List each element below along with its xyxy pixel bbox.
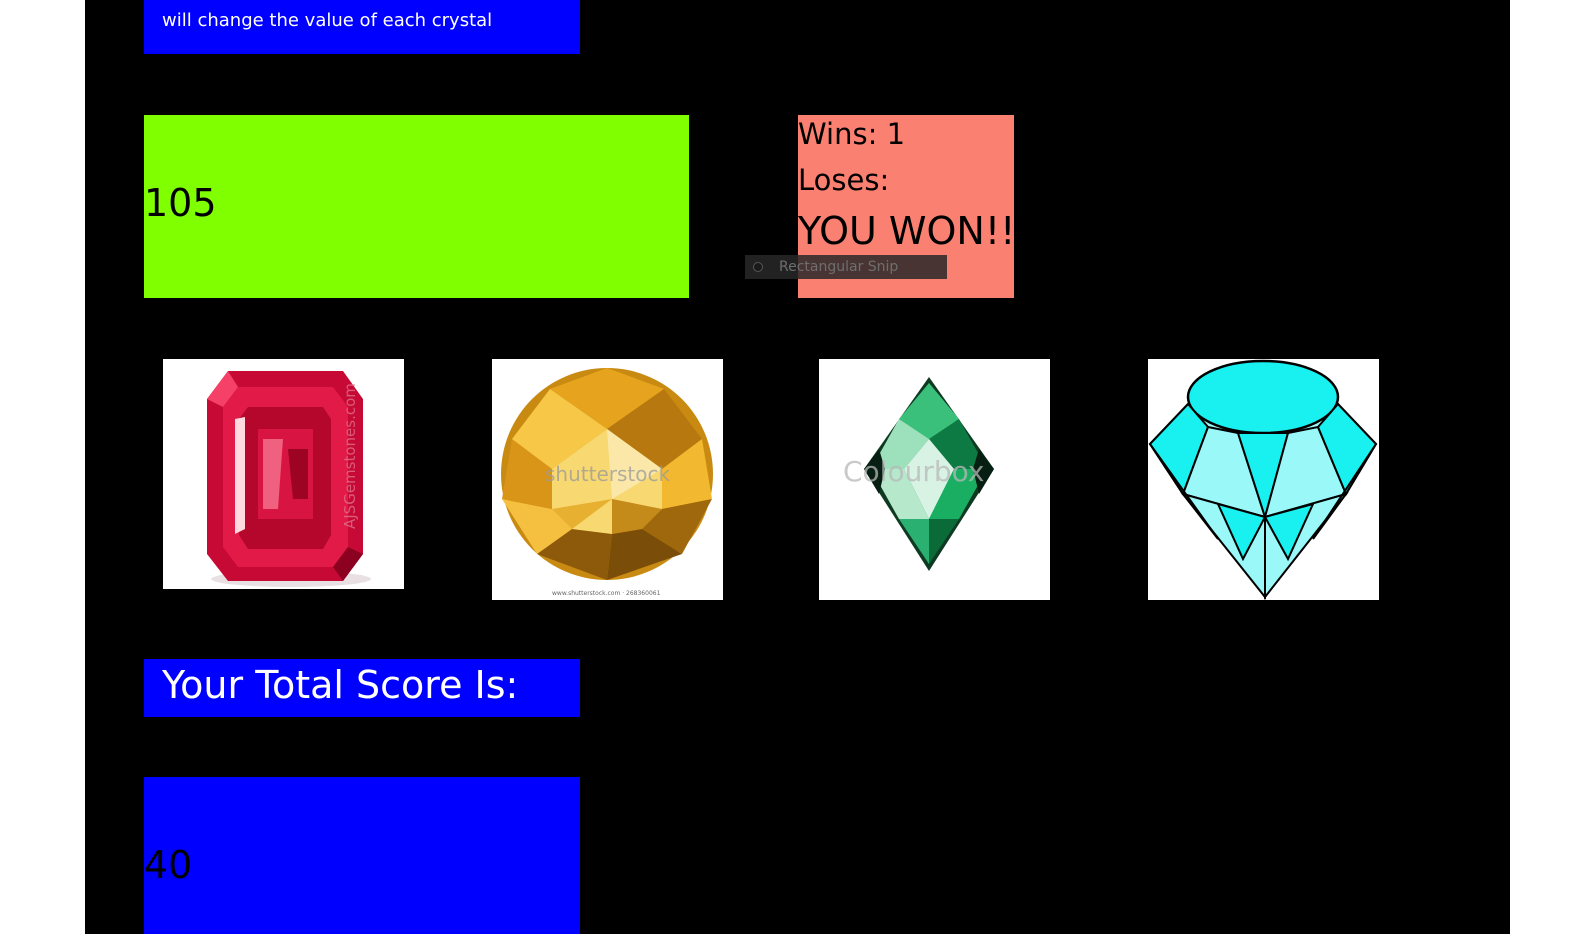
topaz-crystal-button[interactable]: shutterstock www.shutterstock.com · 2683… (492, 359, 723, 600)
diamond-crystal-button[interactable] (1148, 359, 1379, 600)
instructions-box: will change the value of each crystal (144, 0, 580, 54)
ruby-crystal-button[interactable]: AJSGemstones.com (163, 359, 404, 589)
snip-label: Rectangular Snip (779, 259, 899, 275)
loses-counter: Loses: (798, 163, 890, 197)
target-number: 105 (144, 181, 217, 225)
target-number-box: 105 (144, 115, 689, 298)
total-score-label: Your Total Score Is: (162, 663, 519, 707)
ruby-watermark: AJSGemstones.com (341, 383, 359, 529)
topaz-crystal-icon: shutterstock www.shutterstock.com · 2683… (492, 359, 723, 600)
game-result-message: YOU WON!! (798, 209, 1016, 253)
total-score-label-box: Your Total Score Is: (144, 659, 580, 717)
game-stage: will change the value of each crystal 10… (85, 0, 1510, 934)
emerald-crystal-icon: Colourbox (819, 359, 1050, 600)
instructions-text: will change the value of each crystal (162, 10, 493, 31)
emerald-watermark: Colourbox (843, 455, 984, 488)
wins-counter: Wins: 1 (798, 117, 906, 151)
emerald-crystal-button[interactable]: Colourbox (819, 359, 1050, 600)
snip-indicator-icon (753, 262, 763, 272)
total-score-box: 40 (144, 777, 580, 934)
diamond-crystal-icon (1148, 359, 1379, 600)
topaz-watermark: shutterstock (545, 462, 670, 486)
topaz-caption: www.shutterstock.com · 268360061 (552, 590, 661, 597)
rectangular-snip-tooltip: Rectangular Snip (745, 255, 947, 279)
total-score-value: 40 (144, 843, 193, 887)
ruby-crystal-icon: AJSGemstones.com (163, 359, 404, 589)
